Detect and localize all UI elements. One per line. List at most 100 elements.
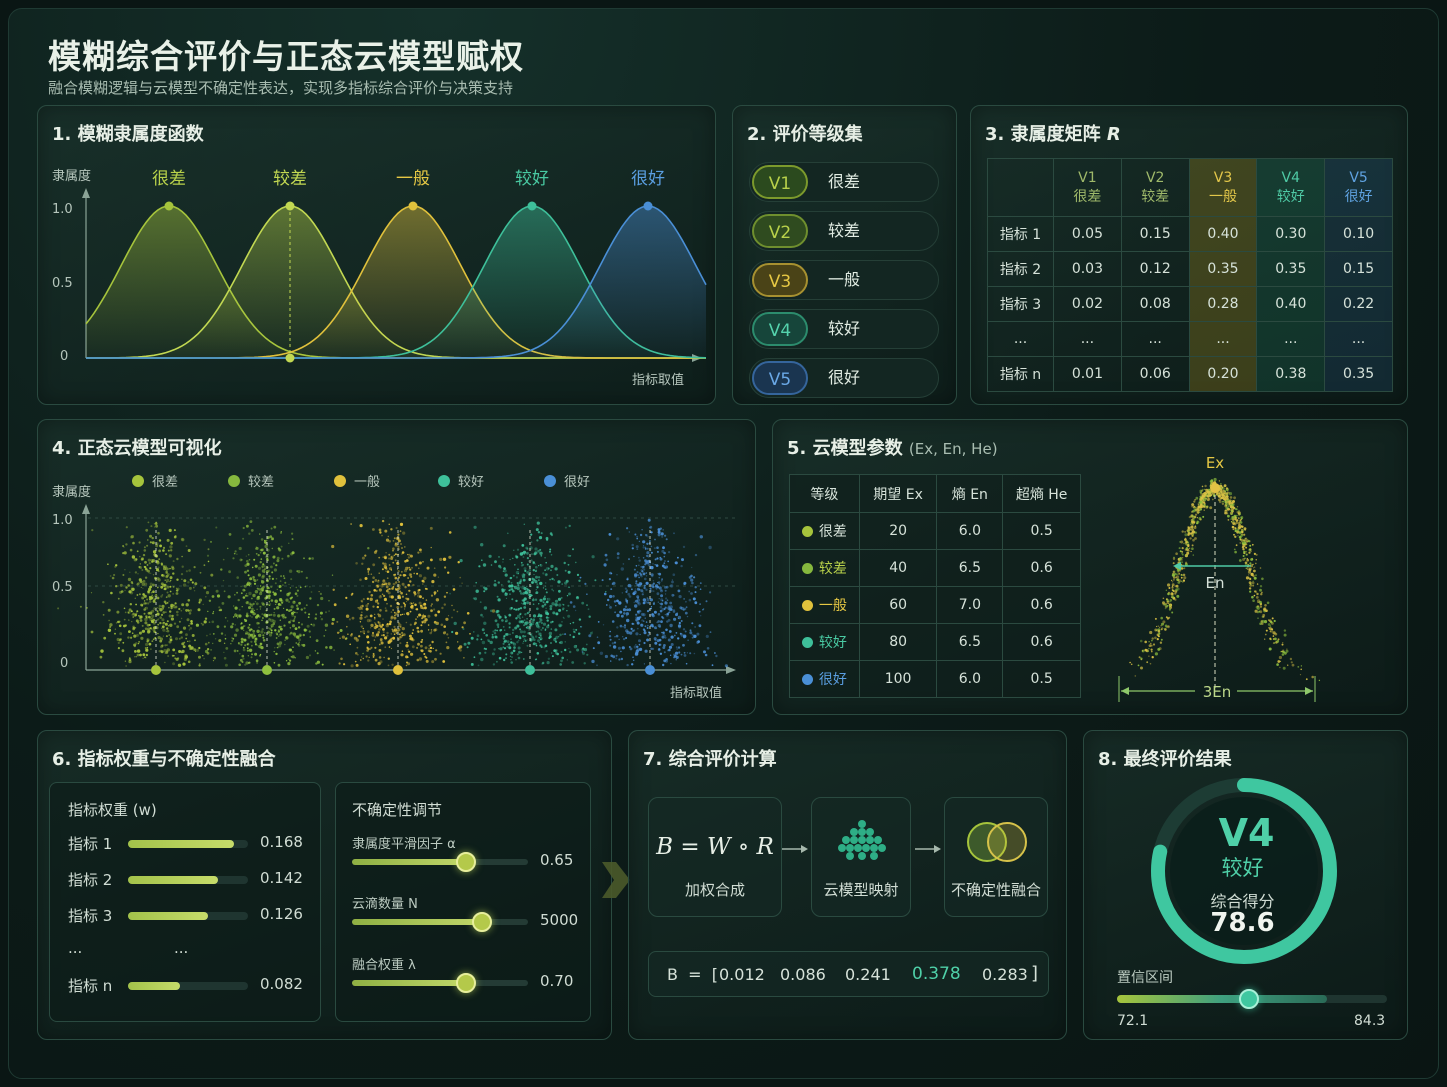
matrix-cell: 0.35: [1325, 357, 1393, 392]
col-code: V1: [1054, 170, 1121, 186]
cloud-drops: [38, 519, 728, 675]
params-grade-label: 很好: [819, 672, 847, 688]
params-row: 很好 100 6.0 0.5: [790, 661, 1081, 698]
panel-title: 3. 隶属度矩阵 R: [985, 120, 1121, 146]
col-label: 较差: [1122, 186, 1189, 206]
slider-label: 隶属度平滑因子 α: [352, 833, 456, 852]
panel-title: 7. 综合评价计算: [643, 745, 777, 771]
weight-value: ...: [174, 939, 188, 957]
params-he-cell: 0.6: [1003, 587, 1081, 624]
params-en-cell: 6.5: [937, 624, 1003, 661]
curve-label-good: 较好: [515, 169, 549, 189]
y-tick-0: 0: [60, 349, 68, 364]
weight-label: ...: [68, 939, 82, 957]
matrix-cell: ...: [1121, 322, 1189, 357]
params-en-cell: 6.0: [937, 661, 1003, 698]
ci-marker[interactable]: [1239, 989, 1259, 1009]
ci-low: 72.1: [1117, 1013, 1148, 1029]
row-header: ...: [988, 322, 1054, 357]
y-axis-label: 隶属度: [52, 168, 91, 184]
grade-item-v5[interactable]: V5 很好: [749, 358, 939, 398]
params-he-cell: 0.6: [1003, 550, 1081, 587]
cloud-params-panel: 5. 云模型参数 (Ex, En, He) 等级 期望 Ex 熵 En 超熵 H…: [772, 419, 1408, 715]
legend-good: 较好: [458, 475, 484, 490]
arrow-right-icon: [913, 842, 943, 856]
step-label: 云模型映射: [812, 879, 910, 900]
row-header: 指标 1: [988, 217, 1054, 252]
curve-label-fair: 一般: [396, 169, 430, 189]
th-grade: 等级: [790, 475, 860, 513]
slider-knob[interactable]: [456, 973, 476, 993]
matrix-cell: 0.15: [1121, 217, 1189, 252]
matrix-cell: 0.40: [1189, 217, 1257, 252]
slider-value: 0.65: [540, 851, 573, 869]
legend-very-poor: 很差: [152, 475, 178, 490]
final-result-panel: 8. 最终评价结果 V4 较好 综合得分 78.6 置信区间 72.1 84.3: [1083, 730, 1408, 1040]
grade-label: 一般: [828, 261, 860, 299]
grade-dot-icon: [802, 563, 813, 574]
weight-bar-fill: [128, 840, 234, 848]
weights-title: 指标权重 (w): [68, 799, 157, 820]
weight-row: 指标 3 0.126: [68, 905, 308, 927]
step-cloud-mapping[interactable]: 云模型映射: [811, 797, 911, 917]
params-en-cell: 7.0: [937, 587, 1003, 624]
weight-row: ......: [68, 939, 308, 961]
matrix-row: ..................: [988, 322, 1393, 357]
col-code: V4: [1257, 170, 1324, 186]
matrix-cell: ...: [1325, 322, 1393, 357]
weight-label: 指标 n: [68, 975, 112, 996]
slider-knob[interactable]: [472, 912, 492, 932]
membership-function-panel: 1. 模糊隶属度函数 隶属度 1.0 0.5 0 指标取值 很差 较差 一般 较…: [37, 105, 716, 405]
grade-item-v3[interactable]: V3 一般: [749, 260, 939, 300]
weight-bar-fill: [128, 912, 208, 920]
grade-item-v2[interactable]: V2 较差: [749, 211, 939, 251]
result-value-5: 0.283: [982, 965, 1028, 984]
matrix-cell: 0.05: [1054, 217, 1122, 252]
params-body: 很差 20 6.0 0.5 较差 40 6.5 0.6 一般 60 7.0 0.6 较好 80 6.5 0.6…: [790, 513, 1081, 698]
col-header-v2: V2 较差: [1121, 159, 1189, 217]
th-ex: 期望 Ex: [859, 475, 937, 513]
peak-good: [528, 202, 537, 211]
slider-fill: [352, 919, 482, 925]
matrix-cell: ...: [1257, 322, 1325, 357]
matrix-cell: 0.08: [1121, 287, 1189, 322]
grade-item-v4[interactable]: V4 较好: [749, 309, 939, 349]
matrix-cell: 0.28: [1189, 287, 1257, 322]
grade-label: 很差: [828, 163, 860, 201]
y-tick-05: 0.5: [52, 276, 73, 291]
weight-bar-fill: [128, 876, 218, 884]
cloud-good: [435, 522, 606, 676]
y-tick-0: 0: [60, 656, 68, 671]
peak-very-good: [644, 202, 653, 211]
curve-labels: 很差 较差 一般 较好 很好: [152, 169, 665, 189]
weight-bar-track: [128, 982, 248, 990]
matrix-cell: ...: [1054, 322, 1122, 357]
membership-matrix-panel: 3. 隶属度矩阵 R V1 很差 V2 较差 V3 一般 V4 较好 V5 很好 指标 1…: [970, 105, 1408, 405]
weight-label: 指标 1: [68, 833, 112, 854]
slider-track[interactable]: [352, 980, 528, 986]
slider-fill: [352, 980, 466, 986]
slider-knob[interactable]: [456, 852, 476, 872]
legend-poor: 较差: [248, 475, 274, 490]
params-grade-label: 较好: [819, 635, 847, 651]
matrix-cell: 0.15: [1325, 252, 1393, 287]
step-uncertainty-fusion[interactable]: 不确定性融合: [944, 797, 1048, 917]
en-label: En: [1206, 574, 1225, 592]
matrix-row: 指标 2 0.03 0.12 0.35 0.35 0.15: [988, 252, 1393, 287]
params-grade-cell: 很差: [790, 513, 860, 550]
slider-track[interactable]: [352, 919, 528, 925]
step-weighted-composition[interactable]: B = W ∘ R 加权合成: [648, 797, 782, 917]
grade-set-panel: 2. 评价等级集 V1 很差 V2 较差 V3 一般 V4 较好 V5 很好: [732, 105, 957, 405]
slider-track[interactable]: [352, 859, 528, 865]
weight-bar-track: [128, 840, 248, 848]
th-he: 超熵 He: [1003, 475, 1081, 513]
grade-item-v1[interactable]: V1 很差: [749, 162, 939, 202]
params-grade-label: 较差: [819, 561, 847, 577]
weight-label: 指标 2: [68, 869, 112, 890]
grade-code: V1: [752, 165, 808, 199]
col-header-v5: V5 很好: [1325, 159, 1393, 217]
three-en-label: 3En: [1203, 683, 1232, 701]
params-ex-cell: 40: [859, 550, 937, 587]
ci-bar: [1117, 995, 1387, 1003]
peak-fair: [409, 202, 418, 211]
